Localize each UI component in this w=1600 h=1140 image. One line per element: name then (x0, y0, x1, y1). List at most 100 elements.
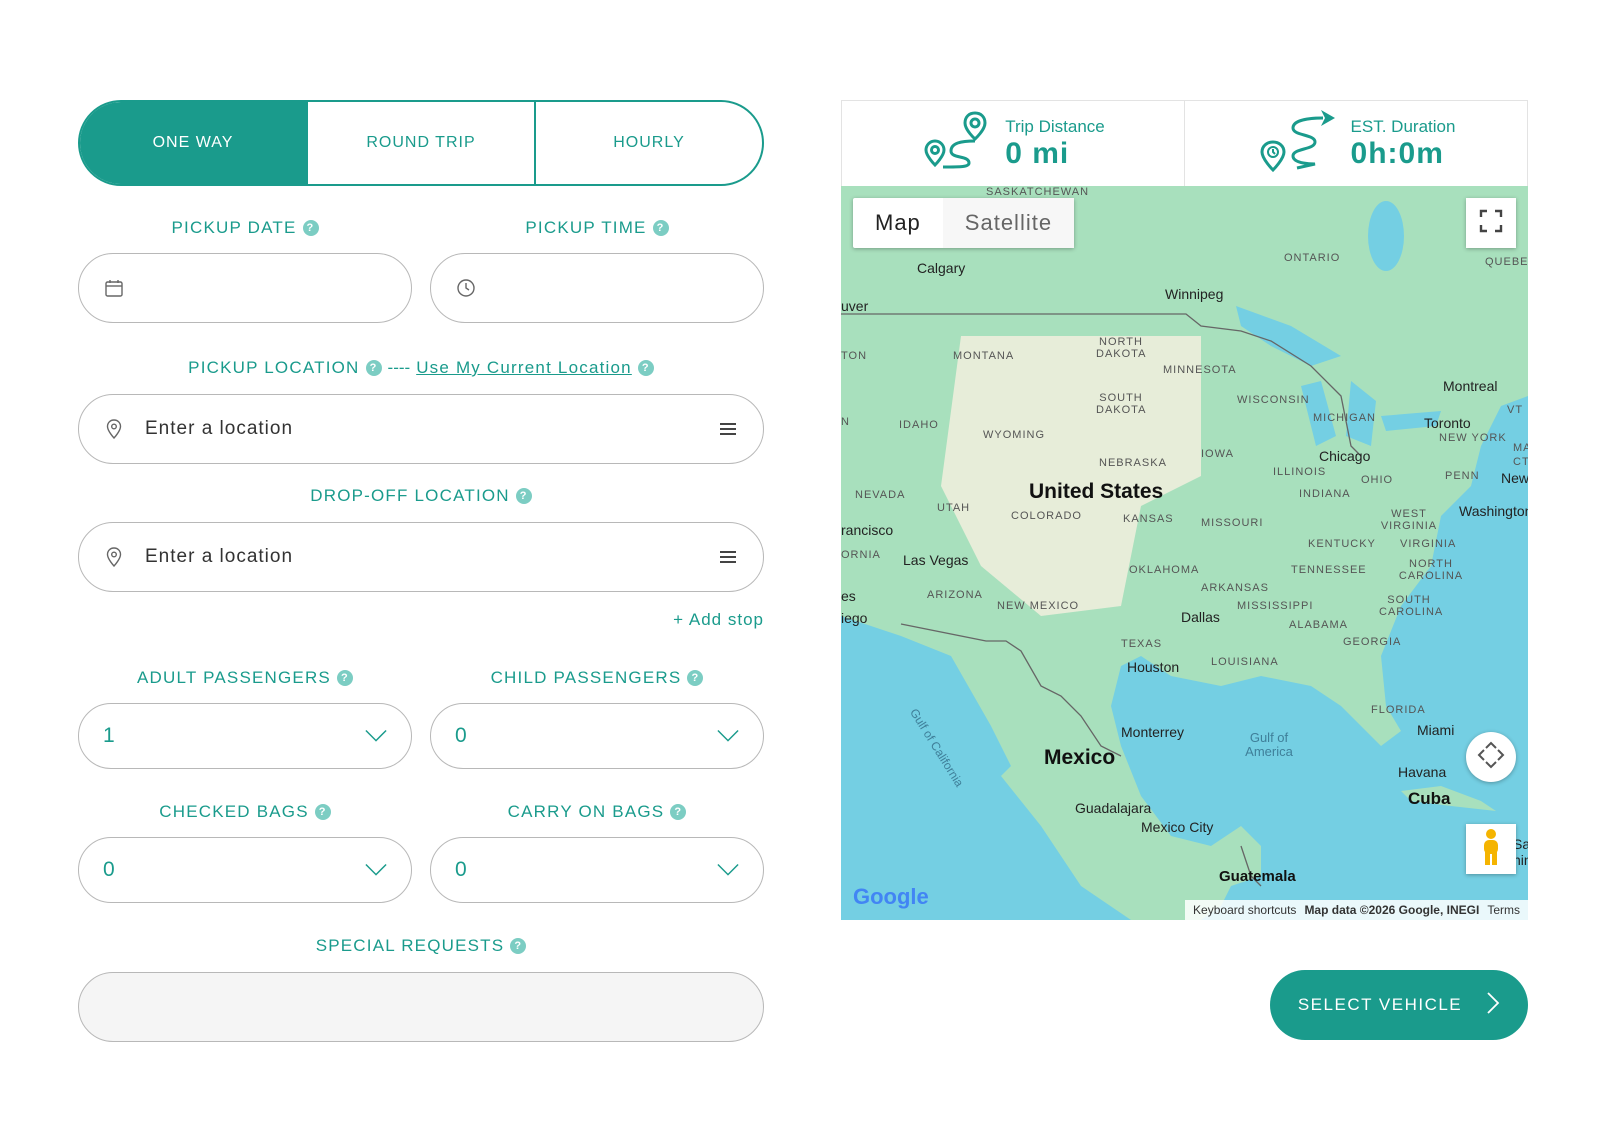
help-icon[interactable]: ? (687, 670, 704, 686)
tab-hourly[interactable]: HOURLY (534, 102, 762, 184)
adult-passengers-select[interactable]: 1 (78, 703, 412, 769)
state-label: ALABAMA (1289, 619, 1348, 631)
chevron-down-icon (365, 859, 387, 881)
pickup-location-input[interactable]: Enter a location (78, 394, 764, 464)
state-label: VT (1507, 404, 1524, 416)
map-type-control: Map Satellite (853, 198, 1075, 248)
city-label: es (841, 588, 856, 604)
state-label: SOUTH DAKOTA (1096, 392, 1147, 416)
child-passengers-select[interactable]: 0 (430, 703, 764, 769)
state-label: IOWA (1201, 448, 1234, 460)
state-label: NEW MEXICO (997, 600, 1080, 612)
state-label: NEBRASKA (1099, 457, 1167, 469)
select-vehicle-button[interactable]: SELECT VEHICLE (1270, 970, 1528, 1040)
chevron-right-icon (1486, 991, 1500, 1020)
state-label: IDAHO (899, 419, 939, 431)
pegman-icon (1480, 828, 1502, 871)
clock-icon (455, 277, 477, 299)
tab-one-way[interactable]: ONE WAY (80, 102, 306, 184)
use-current-location-link[interactable]: Use My Current Location (416, 358, 632, 378)
location-pin-icon (103, 546, 125, 568)
map-type-satellite-button[interactable]: Satellite (942, 198, 1075, 248)
help-icon[interactable]: ? (670, 804, 687, 820)
help-icon[interactable]: ? (637, 360, 654, 376)
city-label: Miami (1417, 722, 1455, 738)
dropoff-location-label: DROP-OFF LOCATION ? (78, 486, 764, 506)
state-label: MICHIGAN (1313, 412, 1376, 424)
state-label: ORNIA (841, 549, 881, 561)
route-map[interactable]: United States Mexico Cuba Guatemala Calg… (841, 186, 1528, 920)
country-label: Guatemala (1219, 868, 1296, 885)
state-label: SASKATCHEWAN (986, 186, 1090, 198)
fullscreen-icon (1479, 209, 1503, 238)
checked-bags-select[interactable]: 0 (78, 837, 412, 903)
pickup-time-input[interactable] (430, 253, 764, 323)
state-label: NORTH CAROLINA (1398, 558, 1464, 582)
special-requests-label: SPECIAL REQUESTS ? (78, 936, 764, 956)
state-label: NORTH DAKOTA (1096, 336, 1147, 360)
pickup-date-input[interactable] (78, 253, 412, 323)
trip-type-toggle: ONE WAY ROUND TRIP HOURLY (78, 100, 764, 186)
street-view-button[interactable] (1466, 824, 1516, 874)
state-label: WYOMING (983, 429, 1045, 441)
google-logo: Google (853, 884, 929, 909)
keyboard-shortcuts-link[interactable]: Keyboard shortcuts (1193, 903, 1296, 917)
map-attribution: Keyboard shortcuts Map data ©2026 Google… (1185, 900, 1528, 920)
pickup-location-label: PICKUP LOCATION ? ---- Use My Current Loc… (78, 358, 764, 378)
state-label: ONTARIO (1284, 252, 1341, 264)
map-type-map-button[interactable]: Map (853, 198, 943, 248)
state-label: INDIANA (1299, 488, 1351, 500)
state-label: ARKANSAS (1201, 582, 1269, 594)
trip-distance-value: 0 mi (1005, 136, 1070, 170)
state-label: CT (1513, 456, 1528, 468)
help-icon[interactable]: ? (652, 220, 669, 236)
menu-icon[interactable] (717, 546, 739, 568)
fullscreen-button[interactable] (1466, 198, 1516, 248)
duration-value: 0h:0m (1350, 136, 1444, 170)
city-label: Havana (1398, 764, 1447, 780)
city-label: Chicago (1319, 448, 1371, 464)
terms-link[interactable]: Terms (1487, 903, 1520, 917)
dropoff-location-input[interactable]: Enter a location (78, 522, 764, 592)
state-label: MINNESOTA (1163, 364, 1237, 376)
state-label: N (841, 416, 850, 428)
tab-round-trip[interactable]: ROUND TRIP (306, 102, 534, 184)
chevron-down-icon (365, 725, 387, 747)
help-icon[interactable]: ? (365, 360, 382, 376)
pan-arrows-icon (1476, 740, 1506, 775)
checked-bags-label: CHECKED BAGS ? (78, 802, 412, 822)
country-label: Cuba (1408, 789, 1451, 808)
help-icon[interactable]: ? (515, 488, 532, 504)
state-label: NEW YORK (1439, 432, 1507, 444)
help-icon[interactable]: ? (336, 670, 353, 686)
help-icon[interactable]: ? (314, 804, 331, 820)
help-icon[interactable]: ? (510, 938, 527, 954)
water-label: Gulf of America (1245, 730, 1293, 759)
state-label: QUEBEC (1485, 256, 1528, 268)
state-label: PENN (1445, 470, 1480, 482)
state-label: WISCONSIN (1237, 394, 1310, 406)
city-label: Monterrey (1121, 724, 1185, 740)
city-label: Winnipeg (1165, 286, 1224, 302)
chevron-down-icon (717, 725, 739, 747)
special-requests-input[interactable] (78, 972, 764, 1042)
help-icon[interactable]: ? (302, 220, 319, 236)
state-label: MA (1513, 442, 1528, 454)
carry-on-bags-select[interactable]: 0 (430, 837, 764, 903)
state-label: TEXAS (1121, 638, 1163, 650)
state-label: GEORGIA (1343, 636, 1402, 648)
state-label: KANSAS (1123, 513, 1174, 525)
city-label: Washington (1459, 503, 1528, 519)
menu-icon[interactable] (717, 418, 739, 440)
trip-distance-text: Trip Distance 0 mi (1005, 117, 1105, 171)
add-stop-link[interactable]: + Add stop (673, 610, 764, 630)
duration-text: EST. Duration 0h:0m (1351, 117, 1456, 171)
state-label: ILLINOIS (1273, 466, 1327, 478)
city-label: rancisco (841, 522, 894, 538)
city-label: Calgary (917, 260, 966, 276)
state-label: NEVADA (855, 489, 906, 501)
route-pins-icon (921, 109, 991, 178)
city-label: Toronto (1424, 415, 1471, 431)
pickup-location-placeholder: Enter a location (145, 418, 294, 439)
camera-control-button[interactable] (1466, 732, 1516, 782)
